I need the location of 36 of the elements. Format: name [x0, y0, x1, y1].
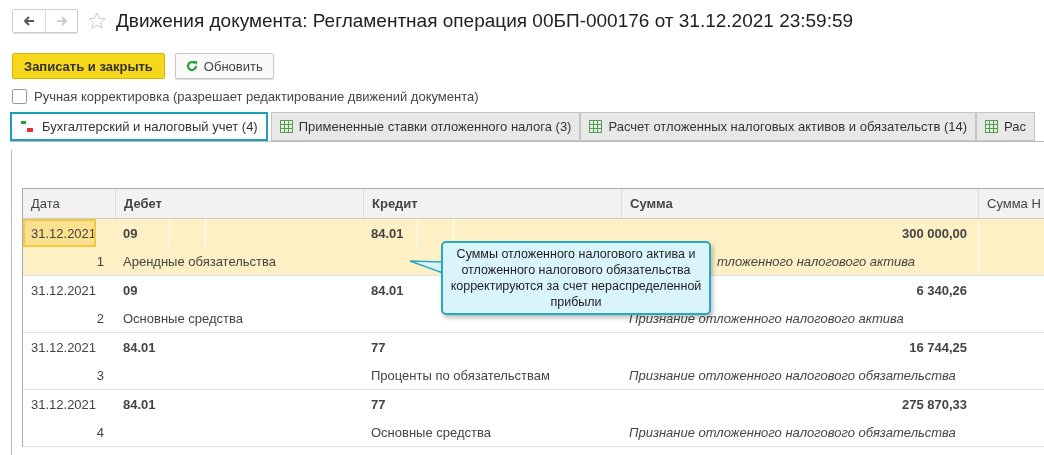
debit-account-cell-text: 09 — [122, 281, 138, 300]
column-header: Дебет — [115, 189, 363, 218]
sum-cell-text: 16 744,25 — [908, 338, 968, 357]
row-number-cell-text: 2 — [95, 309, 105, 328]
date-cell-text: 31.12.2021 — [30, 281, 97, 300]
debit-subconto-cell-text: Основные средства — [122, 309, 243, 328]
credit-account-cell-text: 77 — [370, 395, 386, 414]
credit-account-cell-text: 84.01 — [370, 281, 404, 300]
credit-subconto-cell-text: Проценты по обязательствам — [370, 366, 550, 385]
callout-text: Суммы отложенного налогового актива и отложенного налогового обязательства корректируются за счет нераспределенной прибыли — [449, 246, 703, 310]
sum-cell-text: 6 340,26 — [915, 281, 968, 300]
column-header: Дата — [30, 195, 61, 213]
row-number-cell-text: 1 — [95, 252, 105, 271]
window-title: Движения документа: Регламентная операция 00БП-000176 от 31.12.2021 23:59:59 — [116, 10, 854, 32]
description-cell-text: Признание отложенного налогового обязательства — [629, 423, 956, 442]
credit-account-cell-text: 84.01 — [370, 224, 404, 243]
credit-account-cell-text: 77 — [370, 338, 386, 357]
debit-account-cell-text: 84.01 — [122, 338, 156, 357]
sum-cell-text: 300 000,00 — [900, 224, 968, 243]
description-cell-text: Признание отложенного налогового обязательства — [629, 366, 956, 385]
column-header: Кредит — [363, 189, 621, 218]
row-number-cell-text: 3 — [95, 366, 105, 385]
debit-account-cell-text: 84.01 — [122, 395, 156, 414]
sum-cell-text: 275 870,33 — [900, 395, 968, 414]
debit-account-cell-text: 09 — [122, 224, 138, 243]
credit-subconto-cell-text: Основные средства — [370, 423, 491, 442]
debit-subconto-cell-text: Арендные обязательства — [122, 252, 276, 271]
row-number-cell-text: 4 — [95, 423, 105, 442]
date-cell-text: 31.12.2021 — [30, 338, 97, 357]
description-cell-text: тложенного налогового актива — [717, 252, 916, 271]
column-header: Сумма Н — [978, 189, 1044, 218]
manual-edit-label: Ручная корректировка (разрешает редактирование движений документа) — [34, 89, 479, 104]
date-cell: 31.12.2021 — [23, 219, 97, 247]
description-cell-text: Признание отложенного налогового актива — [629, 309, 904, 328]
column-header: Сумма — [621, 189, 978, 218]
date-cell-text: 31.12.2021 — [30, 395, 97, 414]
